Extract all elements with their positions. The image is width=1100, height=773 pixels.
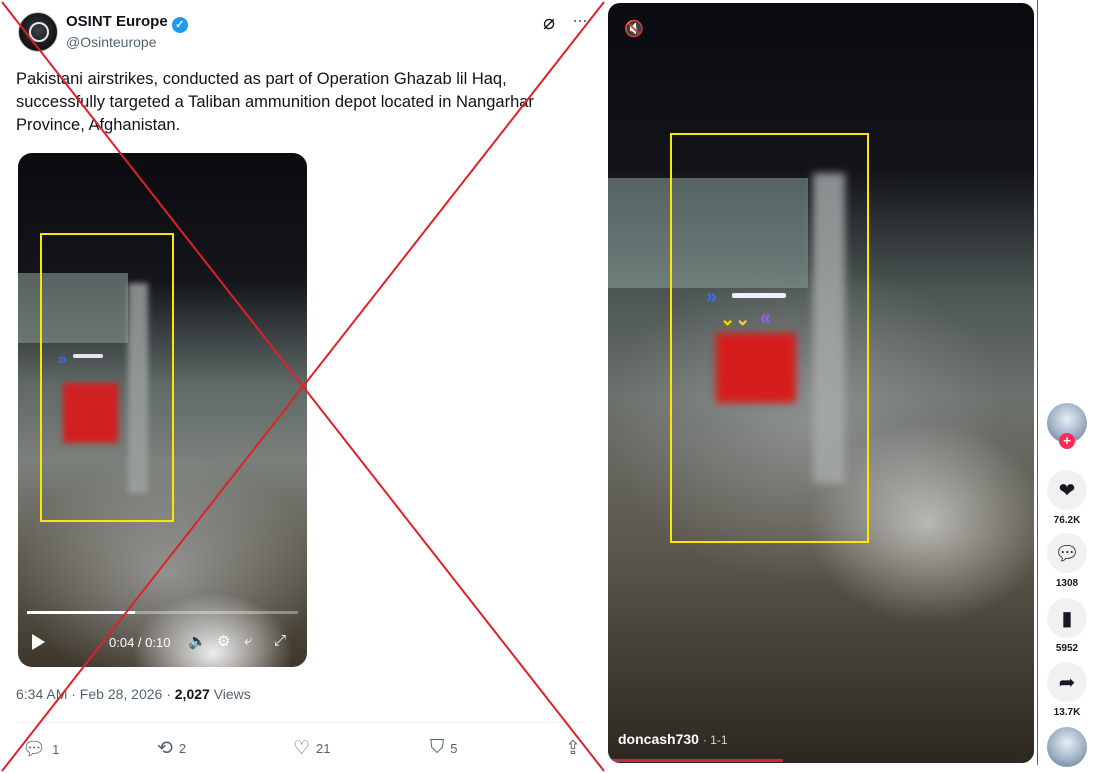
heart-icon[interactable]: ❤︎ xyxy=(1047,470,1087,510)
reply-button[interactable]: 💬︎ 1 xyxy=(22,737,59,761)
video-progress-fill xyxy=(27,611,136,614)
views-count: 2,027 xyxy=(174,686,210,702)
picture-in-picture-icon[interactable]: ⤶ xyxy=(244,632,252,649)
comment-icon[interactable]: 💬︎ xyxy=(1047,533,1087,573)
repost-count: 2 xyxy=(178,741,187,756)
author-name-text[interactable]: OSINT Europe xyxy=(66,13,168,30)
more-options-icon[interactable]: ··· xyxy=(572,10,588,31)
username-text[interactable]: doncash730 xyxy=(618,731,699,747)
author-handle[interactable]: @Osinteurope xyxy=(66,34,156,50)
repost-button[interactable]: ⟲ 2 xyxy=(157,737,186,760)
share-button[interactable]: ⇪ xyxy=(565,737,581,760)
follow-plus-icon[interactable]: + xyxy=(1059,433,1075,449)
views-label: Views xyxy=(209,686,251,702)
bookmark-icon[interactable]: ▮ xyxy=(1047,598,1087,638)
share-icon: ⇪ xyxy=(565,738,581,759)
reply-count: 1 xyxy=(52,741,60,757)
save-count: 5952 xyxy=(1055,643,1079,654)
video-time: 0:04 / 0:10 xyxy=(109,635,171,650)
comment-action[interactable]: 💬︎ 1308 xyxy=(1046,533,1088,589)
creator-avatar-image[interactable]: + xyxy=(1047,403,1087,449)
post-date: · 1-1 xyxy=(702,733,728,747)
like-count: 21 xyxy=(316,741,331,756)
mute-icon[interactable]: 🔇 xyxy=(624,19,644,39)
verified-badge-icon: ✓ xyxy=(171,17,188,33)
creator-avatar[interactable]: + xyxy=(1046,403,1088,449)
tweet-text: Pakistani airstrikes, conducted as part … xyxy=(16,70,534,134)
share-arrow-icon[interactable]: ➦ xyxy=(1047,662,1087,702)
tiktok-username[interactable]: doncash730 · 1-1 xyxy=(618,731,728,747)
share-action[interactable]: ➦ 13.7K xyxy=(1046,662,1088,718)
highlight-box xyxy=(670,133,869,543)
tiktok-progress-bar[interactable] xyxy=(608,759,783,762)
comment-count: 1308 xyxy=(1055,578,1079,589)
like-count: 76.2K xyxy=(1053,515,1081,526)
author-avatar[interactable] xyxy=(18,12,58,52)
bookmark-icon: ⛉ xyxy=(430,737,445,758)
share-count: 13.7K xyxy=(1053,707,1081,718)
author-name[interactable]: OSINT Europe ✓ xyxy=(66,13,188,33)
divider xyxy=(16,722,586,723)
fullscreen-icon[interactable]: ⤢ xyxy=(274,632,286,649)
highlight-box xyxy=(40,233,174,522)
tweet-video[interactable]: » 0:04 / 0:10 🔈 ⚙ ⤶ ⤢ xyxy=(18,153,307,667)
repost-icon: ⟲ xyxy=(157,738,173,759)
bookmark-count: 5 xyxy=(450,740,458,756)
video-progress-track[interactable] xyxy=(27,611,298,614)
tweet-timestamp[interactable]: 6:34 AM · Feb 28, 2026 · xyxy=(16,686,175,702)
music-disc[interactable] xyxy=(1046,727,1088,767)
like-action[interactable]: ❤︎ 76.2K xyxy=(1046,470,1088,526)
like-icon: ♡ xyxy=(293,738,311,759)
save-action[interactable]: ▮ 5952 xyxy=(1046,598,1088,654)
settings-icon[interactable]: ⚙ xyxy=(217,632,230,650)
music-disc-icon[interactable] xyxy=(1047,727,1087,767)
tweet-meta: 6:34 AM · Feb 28, 2026 · 2,027 Views xyxy=(16,686,251,702)
tiktok-video[interactable]: » ⌄⌄ « 🔇 doncash730 · 1-1 xyxy=(608,3,1034,763)
play-icon[interactable] xyxy=(32,634,45,650)
volume-icon[interactable]: 🔈 xyxy=(188,632,207,650)
bookmark-button[interactable]: ⛉ 5 xyxy=(430,737,458,759)
grok-icon[interactable]: ⌀ xyxy=(543,10,555,35)
like-button[interactable]: ♡ 21 xyxy=(293,737,331,760)
reply-icon: 💬︎ xyxy=(22,739,47,760)
tweet-card: OSINT Europe ✓ @Osinteurope ⌀ ··· Pakista… xyxy=(0,0,600,773)
